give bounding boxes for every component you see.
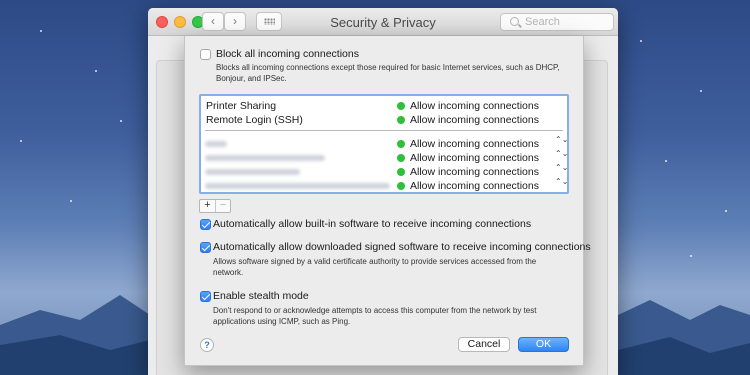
service-status: Allow incoming connections	[410, 114, 539, 126]
auto-allow-signed-label: Automatically allow downloaded signed so…	[213, 241, 591, 253]
app-status: Allow incoming connections	[410, 152, 539, 164]
search-field[interactable]: Search	[500, 13, 614, 31]
service-row-printer-sharing[interactable]: Printer Sharing Allow incoming connectio…	[201, 99, 567, 113]
status-dot-icon	[397, 168, 405, 176]
ok-button[interactable]: OK	[518, 337, 569, 352]
status-stepper-icon[interactable]: ⌃⌄	[555, 150, 568, 158]
firewall-options-sheet: Block all incoming connections Blocks al…	[184, 36, 591, 366]
status-dot-icon	[397, 140, 405, 148]
status-stepper-icon[interactable]: ⌃⌄	[555, 164, 568, 172]
service-name: Printer Sharing	[206, 100, 277, 112]
firewall-app-list[interactable]: Printer Sharing Allow incoming connectio…	[199, 94, 569, 194]
list-divider	[205, 130, 563, 131]
search-placeholder: Search	[525, 16, 560, 28]
app-row[interactable]: Allow incoming connections ⌃⌄	[201, 178, 568, 193]
auto-allow-builtin-checkbox[interactable]	[200, 219, 211, 230]
add-remove-control: + −	[199, 199, 231, 213]
auto-allow-builtin-label: Automatically allow built-in software to…	[213, 218, 532, 230]
remove-app-button[interactable]: −	[215, 200, 230, 212]
app-name-blurred	[205, 169, 300, 175]
status-dot-icon	[397, 102, 405, 110]
app-row[interactable]: Allow incoming connections ⌃⌄	[201, 136, 568, 151]
app-status: Allow incoming connections	[410, 138, 539, 150]
block-all-label: Block all incoming connections	[216, 48, 359, 60]
stealth-mode-checkbox[interactable]	[200, 291, 211, 302]
block-all-checkbox[interactable]	[200, 49, 211, 60]
status-stepper-icon[interactable]: ⌃⌄	[555, 136, 568, 144]
stealth-mode-label: Enable stealth mode	[213, 290, 309, 302]
app-row[interactable]: Allow incoming connections ⌃⌄	[201, 150, 568, 165]
status-stepper-icon[interactable]: ⌃⌄	[555, 178, 568, 186]
service-name: Remote Login (SSH)	[206, 114, 303, 126]
auto-allow-signed-description: Allows software signed by a valid certif…	[213, 257, 537, 277]
app-name-blurred	[205, 183, 390, 189]
app-status: Allow incoming connections	[410, 180, 539, 192]
stealth-mode-description: Don't respond to or acknowledge attempts…	[213, 306, 537, 326]
window-titlebar: ‹ › Security & Privacy Search	[148, 8, 618, 36]
block-all-description: Blocks all incoming connections except t…	[216, 63, 560, 83]
app-row[interactable]: Allow incoming connections ⌃⌄	[201, 164, 568, 179]
status-dot-icon	[397, 116, 405, 124]
service-status: Allow incoming connections	[410, 100, 539, 112]
status-dot-icon	[397, 182, 405, 190]
help-button[interactable]: ?	[200, 338, 214, 352]
add-app-button[interactable]: +	[200, 200, 215, 212]
status-dot-icon	[397, 154, 405, 162]
app-name-blurred	[205, 155, 325, 161]
app-status: Allow incoming connections	[410, 166, 539, 178]
service-row-remote-login[interactable]: Remote Login (SSH) Allow incoming connec…	[201, 113, 567, 127]
search-icon	[510, 17, 519, 26]
app-icon-blurred	[205, 141, 227, 147]
auto-allow-signed-checkbox[interactable]	[200, 242, 211, 253]
cancel-button[interactable]: Cancel	[458, 337, 510, 352]
